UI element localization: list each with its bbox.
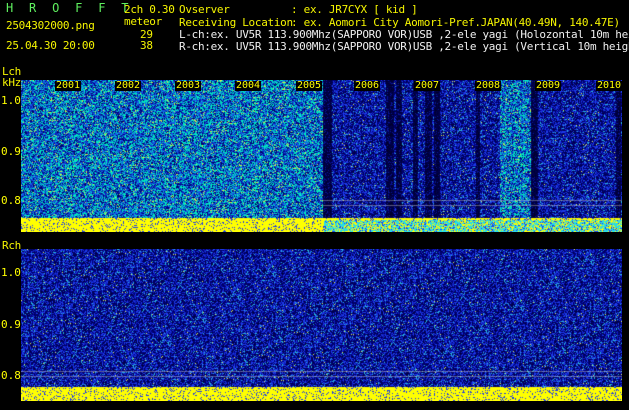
observer-label: Ovserver: [179, 3, 230, 16]
lch-year-label-2001: 2001: [55, 80, 82, 91]
rch-config-line: R-ch:ex. UV5R 113.900Mhz(SAPPORO VOR)USB…: [179, 40, 629, 53]
lch-year-label-2009: 2009: [535, 80, 562, 91]
lch-year-label-2007: 2007: [414, 80, 441, 91]
rch-ytick-0.8: 0.8: [1, 369, 21, 382]
rch-spectrogram: [21, 249, 622, 401]
lch-year-label-2010: 2010: [596, 80, 623, 91]
lch-year-label-2004: 2004: [235, 80, 262, 91]
lch-year-label-2005: 2005: [296, 80, 323, 91]
rch-label: Rch: [2, 239, 21, 252]
app-title: H R O F F T: [6, 1, 133, 15]
observer-value: : ex. JR7CYX [ kid ]: [291, 3, 418, 16]
meteor-count-rch: 38: [140, 39, 153, 52]
filename-label: 2504302000.png: [6, 19, 95, 32]
lch-year-label-2003: 2003: [175, 80, 202, 91]
datetime-label: 25.04.30 20:00: [6, 39, 95, 52]
rch-ytick-0.9: 0.9: [1, 318, 21, 331]
lch-year-label-2002: 2002: [115, 80, 142, 91]
lch-ytick-1.0: 1.0: [1, 94, 21, 107]
lch-unit-label: kHz: [2, 76, 21, 89]
meteor-label: meteor: [124, 15, 162, 28]
lch-spectrogram: [21, 80, 622, 232]
lch-ytick-0.9: 0.9: [1, 145, 21, 158]
lch-year-label-2006: 2006: [354, 80, 381, 91]
rch-ytick-1.0: 1.0: [1, 266, 21, 279]
lch-year-label-2008: 2008: [475, 80, 502, 91]
lch-ytick-0.8: 0.8: [1, 194, 21, 207]
